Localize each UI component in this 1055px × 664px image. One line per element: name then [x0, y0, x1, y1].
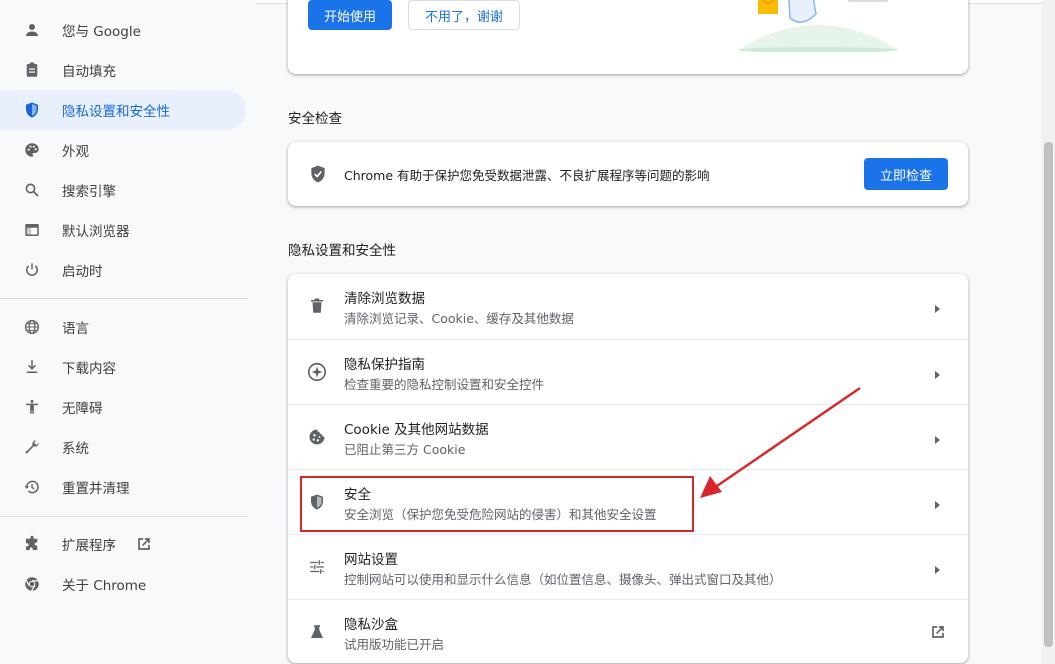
sidebar-item-you-and-google[interactable]: 您与 Google: [0, 10, 246, 50]
arrow-right-icon: [932, 496, 942, 509]
power-icon: [22, 260, 42, 280]
wrench-icon: [22, 437, 42, 457]
settings-main: 开始使用 不用了，谢谢 安全检查 Chrome 有助于保护您免受数据泄露、不良扩…: [256, 0, 1055, 664]
sidebar-item-label: 重置并清理: [62, 481, 130, 497]
sidebar-item-system[interactable]: 系统: [0, 427, 246, 467]
sidebar-item-label: 外观: [62, 144, 89, 160]
row-title: 隐私沙盒: [344, 617, 398, 633]
history-icon: [22, 477, 42, 497]
person-icon: [22, 20, 42, 40]
settings-sidebar: 您与 Google 自动填充 隐私设置和安全性 外观 搜索引擎 默认浏览器 启动…: [0, 0, 256, 664]
sync-promo-card: 开始使用 不用了，谢谢: [288, 0, 968, 74]
sidebar-item-label: 扩展程序: [62, 538, 116, 554]
sidebar-item-label: 隐私设置和安全性: [62, 104, 170, 120]
arrow-right-icon: [932, 300, 942, 313]
open-in-new-icon: [134, 534, 154, 554]
palette-icon: [22, 140, 42, 160]
sidebar-item-appearance[interactable]: 外观: [0, 130, 246, 170]
start-button[interactable]: 开始使用: [308, 0, 392, 30]
arrow-right-icon: [932, 431, 942, 444]
check-now-button[interactable]: 立即检查: [864, 158, 948, 190]
cookie-icon: [306, 426, 328, 448]
security-row[interactable]: 安全 安全浏览（保护您免受危险网站的侵害）和其他安全设置: [288, 469, 968, 534]
sidebar-item-languages[interactable]: 语言: [0, 307, 246, 347]
arrow-right-icon: [932, 366, 942, 379]
decline-button[interactable]: 不用了，谢谢: [408, 0, 520, 30]
browser-window-icon: [22, 220, 42, 240]
sidebar-item-autofill[interactable]: 自动填充: [0, 50, 246, 90]
sidebar-item-about-chrome[interactable]: 关于 Chrome: [0, 564, 246, 604]
sidebar-item-reset[interactable]: 重置并清理: [0, 467, 246, 507]
sidebar-item-label: 默认浏览器: [62, 224, 130, 240]
row-title: 隐私保护指南: [344, 357, 425, 373]
scrollbar[interactable]: [1042, 0, 1055, 664]
sidebar-item-label: 启动时: [62, 264, 103, 280]
safety-check-heading: 安全检查: [288, 111, 342, 127]
globe-icon: [22, 317, 42, 337]
privacy-guide-row[interactable]: 隐私保护指南 检查重要的隐私控制设置和安全控件: [288, 339, 968, 404]
safety-check-description: Chrome 有助于保护您免受数据泄露、不良扩展程序等问题的影响: [344, 168, 710, 183]
cookies-row[interactable]: Cookie 及其他网站数据 已阻止第三方 Cookie: [288, 404, 968, 469]
row-title: Cookie 及其他网站数据: [344, 422, 489, 438]
sidebar-item-accessibility[interactable]: 无障碍: [0, 387, 246, 427]
sidebar-item-label: 您与 Google: [62, 24, 141, 40]
sidebar-item-downloads[interactable]: 下载内容: [0, 347, 246, 387]
compass-icon: [306, 361, 328, 383]
sidebar-item-default-browser[interactable]: 默认浏览器: [0, 210, 246, 250]
row-title: 网站设置: [344, 552, 398, 568]
row-subtitle: 安全浏览（保护您免受危险网站的侵害）和其他安全设置: [344, 507, 657, 522]
privacy-security-card: 清除浏览数据 清除浏览记录、Cookie、缓存及其他数据 隐私保护指南 检查重要…: [288, 274, 968, 663]
row-subtitle: 试用版功能已开启: [344, 637, 445, 652]
safety-check-card: Chrome 有助于保护您免受数据泄露、不良扩展程序等问题的影响 立即检查: [288, 142, 968, 206]
promo-illustration: [728, 0, 908, 53]
site-settings-row[interactable]: 网站设置 控制网站可以使用和显示什么信息（如位置信息、摄像头、弹出式窗口及其他）: [288, 534, 968, 599]
accessibility-icon: [22, 397, 42, 417]
clear-browsing-data-row[interactable]: 清除浏览数据 清除浏览记录、Cookie、缓存及其他数据: [288, 274, 968, 339]
row-subtitle: 控制网站可以使用和显示什么信息（如位置信息、摄像头、弹出式窗口及其他）: [344, 572, 782, 587]
flask-icon: [306, 621, 328, 643]
sidebar-divider: [0, 298, 248, 299]
row-title: 安全: [344, 487, 371, 503]
download-icon: [22, 357, 42, 377]
sidebar-item-on-startup[interactable]: 启动时: [0, 250, 246, 290]
row-subtitle: 已阻止第三方 Cookie: [344, 442, 466, 457]
shield-icon: [306, 491, 328, 513]
tune-icon: [306, 556, 328, 578]
trash-icon: [306, 295, 328, 317]
row-title: 清除浏览数据: [344, 291, 425, 307]
sidebar-item-label: 下载内容: [62, 361, 116, 377]
clipboard-icon: [22, 60, 42, 80]
open-in-new-icon: [928, 622, 948, 642]
sidebar-item-privacy-security[interactable]: 隐私设置和安全性: [0, 90, 246, 130]
sidebar-item-label: 系统: [62, 441, 89, 457]
shield-icon: [22, 100, 42, 120]
privacy-sandbox-row[interactable]: 隐私沙盒 试用版功能已开启: [288, 599, 968, 664]
sidebar-item-label: 关于 Chrome: [62, 578, 147, 594]
search-icon: [22, 180, 42, 200]
privacy-security-heading: 隐私设置和安全性: [288, 243, 396, 259]
sidebar-item-label: 无障碍: [62, 401, 103, 417]
puzzle-icon: [22, 534, 42, 554]
row-subtitle: 清除浏览记录、Cookie、缓存及其他数据: [344, 311, 574, 326]
sidebar-item-label: 语言: [62, 321, 89, 337]
sidebar-item-search-engine[interactable]: 搜索引擎: [0, 170, 246, 210]
scrollbar-thumb[interactable]: [1044, 142, 1053, 647]
arrow-right-icon: [932, 561, 942, 574]
sidebar-item-label: 自动填充: [62, 64, 116, 80]
shield-check-icon: [308, 164, 328, 184]
sidebar-item-label: 搜索引擎: [62, 184, 116, 200]
sidebar-divider: [0, 516, 248, 517]
sidebar-item-extensions[interactable]: 扩展程序: [0, 524, 246, 564]
row-subtitle: 检查重要的隐私控制设置和安全控件: [344, 377, 545, 392]
chrome-logo-icon: [22, 574, 42, 594]
